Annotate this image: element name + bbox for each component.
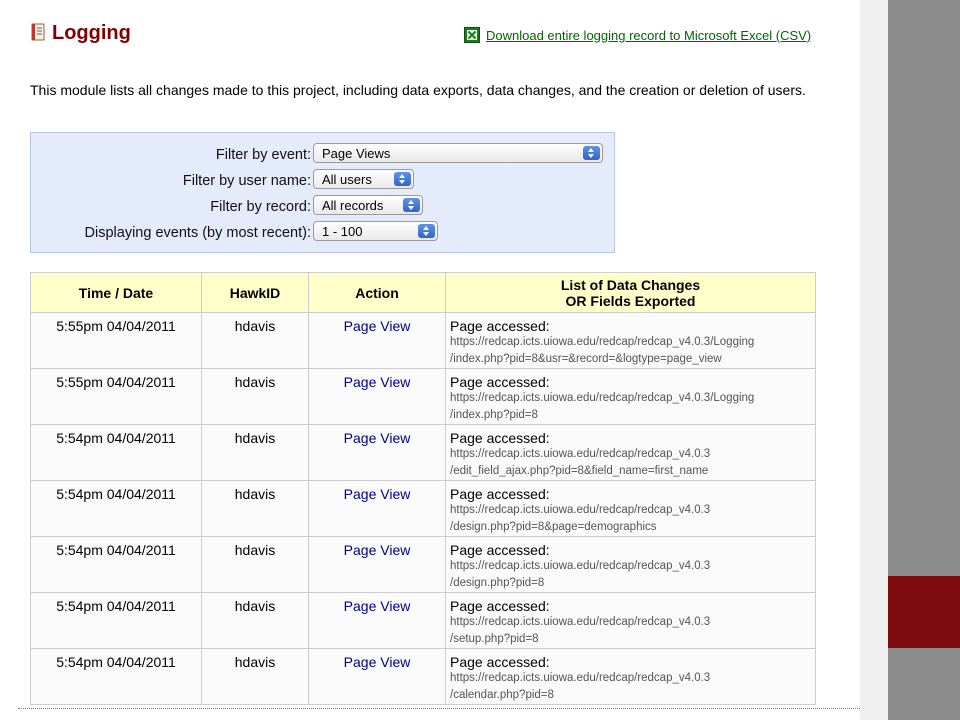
- cell-user: hdavis: [201, 368, 309, 425]
- cell-changes: Page accessed: https://redcap.icts.uiowa…: [445, 480, 816, 537]
- changes-title: Page accessed:: [450, 430, 550, 446]
- select-arrows-icon: [394, 172, 411, 186]
- cell-changes: Page accessed: https://redcap.icts.uiowa…: [445, 424, 816, 481]
- download-csv-label[interactable]: Download entire logging record to Micros…: [486, 28, 811, 43]
- filter-range-label: Displaying events (by most recent):: [84, 225, 311, 241]
- filter-event-value: Page Views: [322, 146, 391, 161]
- slide-side-accent: [888, 576, 960, 648]
- changes-title: Page accessed:: [450, 374, 550, 390]
- changes-url: /edit_field_ajax.php?pid=8&field_name=fi…: [450, 465, 709, 477]
- page-title: Logging: [52, 22, 131, 44]
- changes-url: https://redcap.icts.uiowa.edu/redcap/red…: [450, 672, 711, 684]
- table-row: 5:55pm 04/04/2011 hdavis Page View Page …: [30, 368, 816, 425]
- column-header-hawkid: HawkID: [201, 272, 309, 313]
- changes-title: Page accessed:: [450, 318, 550, 334]
- slide-gutter: [860, 0, 888, 720]
- select-arrows-icon: [418, 224, 435, 238]
- table-row: 5:54pm 04/04/2011 hdavis Page View Page …: [30, 424, 816, 481]
- filter-event-select[interactable]: Page Views: [313, 143, 603, 163]
- filter-range-value: 1 - 100: [322, 224, 363, 239]
- changes-url: https://redcap.icts.uiowa.edu/redcap/red…: [450, 560, 711, 572]
- cell-action: Page View: [308, 312, 446, 369]
- cell-user: hdavis: [201, 592, 309, 649]
- cell-user: hdavis: [201, 648, 309, 705]
- page-header: Logging Download entire logging record t…: [30, 22, 850, 48]
- filter-record-select[interactable]: All records: [313, 195, 423, 215]
- cell-user: hdavis: [201, 480, 309, 537]
- cell-time: 5:54pm 04/04/2011: [30, 424, 202, 481]
- cell-action: Page View: [308, 648, 446, 705]
- cell-action: Page View: [308, 424, 446, 481]
- cell-time: 5:54pm 04/04/2011: [30, 592, 202, 649]
- changes-title: Page accessed:: [450, 542, 550, 558]
- filter-user-value: All users: [322, 172, 372, 187]
- cell-user: hdavis: [201, 424, 309, 481]
- filter-event-row: Filter by event: Page Views: [31, 143, 616, 169]
- changes-url: /design.php?pid=8&page=demographics: [450, 521, 657, 533]
- notebook-icon: [31, 23, 45, 41]
- cell-changes: Page accessed: https://redcap.icts.uiowa…: [445, 648, 816, 705]
- screenshot-bottom-rule: [18, 708, 860, 710]
- cell-action: Page View: [308, 536, 446, 593]
- logging-table: Time / Date HawkID Action List of Data C…: [30, 272, 816, 705]
- filter-event-label: Filter by event:: [215, 147, 311, 163]
- table-row: 5:54pm 04/04/2011 hdavis Page View Page …: [30, 536, 816, 593]
- cell-time: 5:54pm 04/04/2011: [30, 480, 202, 537]
- filter-record-row: Filter by record: All records: [31, 195, 616, 221]
- cell-time: 5:55pm 04/04/2011: [30, 312, 202, 369]
- cell-changes: Page accessed: https://redcap.icts.uiowa…: [445, 368, 816, 425]
- table-row: 5:54pm 04/04/2011 hdavis Page View Page …: [30, 592, 816, 649]
- column-header-changes-line2: OR Fields Exported: [565, 292, 696, 309]
- cell-time: 5:55pm 04/04/2011: [30, 368, 202, 425]
- changes-url: https://redcap.icts.uiowa.edu/redcap/red…: [450, 336, 755, 348]
- changes-url: https://redcap.icts.uiowa.edu/redcap/red…: [450, 616, 711, 628]
- changes-url: /setup.php?pid=8: [450, 633, 539, 645]
- select-arrows-icon: [403, 198, 420, 212]
- logging-screenshot: Logging Download entire logging record t…: [18, 20, 860, 710]
- changes-url: https://redcap.icts.uiowa.edu/redcap/red…: [450, 504, 711, 516]
- excel-icon: [464, 27, 480, 43]
- filter-user-row: Filter by user name: All users: [31, 169, 616, 195]
- changes-url: /index.php?pid=8: [450, 409, 538, 421]
- filter-user-label: Filter by user name:: [182, 173, 311, 189]
- cell-action: Page View: [308, 368, 446, 425]
- module-description: This module lists all changes made to th…: [30, 82, 806, 98]
- changes-url: /calendar.php?pid=8: [450, 689, 554, 701]
- table-header-row: Time / Date HawkID Action List of Data C…: [30, 272, 816, 313]
- cell-action: Page View: [308, 592, 446, 649]
- cell-time: 5:54pm 04/04/2011: [30, 648, 202, 705]
- changes-title: Page accessed:: [450, 486, 550, 502]
- changes-url: /design.php?pid=8: [450, 577, 545, 589]
- filter-record-value: All records: [322, 198, 384, 213]
- changes-title: Page accessed:: [450, 598, 550, 614]
- download-csv-link[interactable]: Download entire logging record to Micros…: [464, 27, 811, 43]
- table-row: 5:54pm 04/04/2011 hdavis Page View Page …: [30, 648, 816, 705]
- cell-action: Page View: [308, 480, 446, 537]
- cell-changes: Page accessed: https://redcap.icts.uiowa…: [445, 592, 816, 649]
- column-header-changes: List of Data Changes OR Fields Exported: [445, 272, 816, 313]
- changes-url: https://redcap.icts.uiowa.edu/redcap/red…: [450, 448, 711, 460]
- column-header-action: Action: [308, 272, 446, 313]
- changes-url: /index.php?pid=8&usr=&record=&logtype=pa…: [450, 353, 722, 365]
- column-header-time: Time / Date: [30, 272, 202, 313]
- table-row: 5:55pm 04/04/2011 hdavis Page View Page …: [30, 312, 816, 369]
- cell-user: hdavis: [201, 312, 309, 369]
- changes-title: Page accessed:: [450, 654, 550, 670]
- table-row: 5:54pm 04/04/2011 hdavis Page View Page …: [30, 480, 816, 537]
- column-header-changes-line1: List of Data Changes: [560, 276, 701, 293]
- changes-url: https://redcap.icts.uiowa.edu/redcap/red…: [450, 392, 755, 404]
- cell-time: 5:54pm 04/04/2011: [30, 536, 202, 593]
- filter-range-select[interactable]: 1 - 100: [313, 221, 438, 241]
- filter-panel: Filter by event: Page Views Filter by us…: [30, 132, 615, 253]
- filter-record-label: Filter by record:: [210, 199, 311, 215]
- filter-user-select[interactable]: All users: [313, 169, 414, 189]
- filter-range-row: Displaying events (by most recent): 1 - …: [31, 221, 616, 247]
- cell-user: hdavis: [201, 536, 309, 593]
- select-arrows-icon: [583, 146, 600, 160]
- cell-changes: Page accessed: https://redcap.icts.uiowa…: [445, 536, 816, 593]
- cell-changes: Page accessed: https://redcap.icts.uiowa…: [445, 312, 816, 369]
